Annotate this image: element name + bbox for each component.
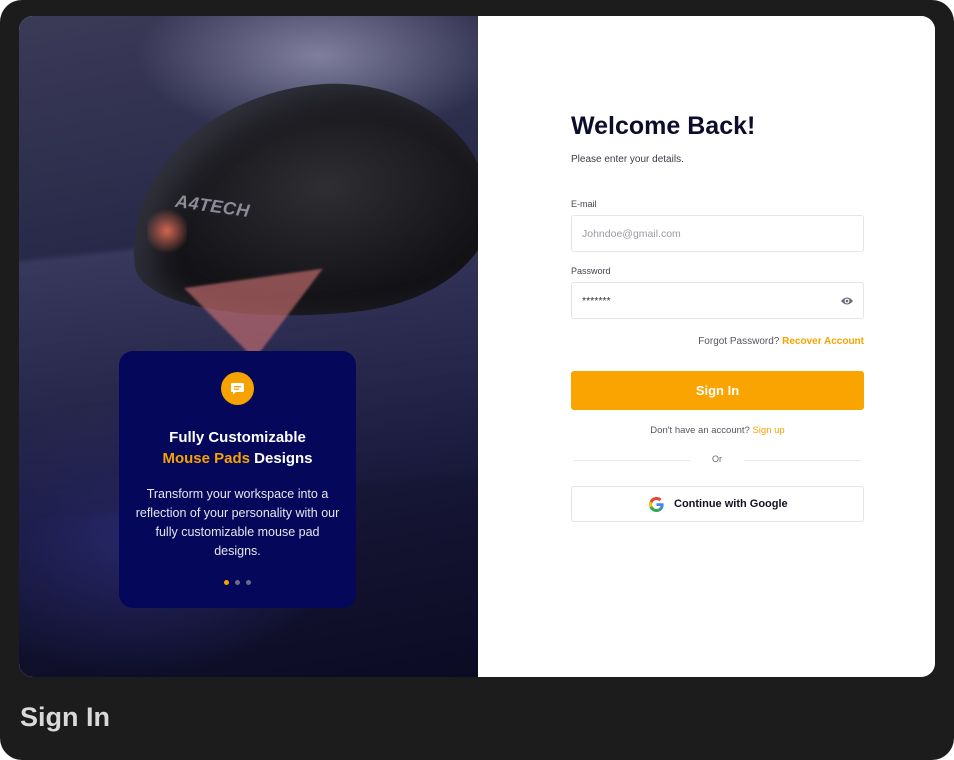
- promo-title-rest: Designs: [254, 450, 313, 467]
- sign-in-card: A4TECH Fully Customizable Mouse Pads Des…: [19, 16, 935, 677]
- carousel-dots: [119, 580, 356, 585]
- screen-caption: Sign In: [20, 702, 110, 732]
- recover-account-link[interactable]: Recover Account: [782, 336, 864, 347]
- sign-in-form: Welcome Back! Please enter your details.…: [478, 16, 935, 677]
- chat-bubble-icon: [221, 372, 254, 405]
- sign-up-link[interactable]: Sign up: [752, 425, 784, 436]
- carousel-dot-3[interactable]: [246, 580, 251, 585]
- password-label: Password: [571, 266, 611, 276]
- page-title: Welcome Back!: [571, 112, 756, 140]
- email-field-wrapper: [571, 215, 864, 252]
- email-field[interactable]: [572, 216, 822, 251]
- promo-title-accent: Mouse Pads: [162, 450, 250, 467]
- page-subtitle: Please enter your details.: [571, 154, 684, 165]
- eye-icon[interactable]: [840, 295, 854, 307]
- promo-title-line2: Mouse Pads Designs: [119, 448, 356, 469]
- carousel-dot-2[interactable]: [235, 580, 240, 585]
- divider-left: [574, 460, 690, 461]
- or-separator: Or: [712, 454, 722, 464]
- forgot-password-text: Forgot Password?: [698, 336, 780, 347]
- divider-right: [744, 460, 861, 461]
- google-icon: [649, 497, 664, 512]
- mouse-light-glow: [147, 206, 187, 256]
- email-label: E-mail: [571, 199, 597, 209]
- promo-title-line1: Fully Customizable: [169, 429, 306, 446]
- sign-in-button[interactable]: Sign In: [571, 371, 864, 410]
- carousel-dot-1[interactable]: [224, 580, 229, 585]
- hero-panel: A4TECH Fully Customizable Mouse Pads Des…: [19, 16, 478, 677]
- screen-frame: A4TECH Fully Customizable Mouse Pads Des…: [0, 0, 954, 760]
- password-field[interactable]: [572, 283, 822, 318]
- promo-card: Fully Customizable Mouse Pads Designs Tr…: [119, 351, 356, 608]
- forgot-password-row: Forgot Password? Recover Account: [698, 336, 864, 347]
- promo-title: Fully Customizable Mouse Pads Designs: [119, 427, 356, 469]
- password-field-wrapper: [571, 282, 864, 319]
- signup-prompt: Don't have an account? Sign up: [571, 425, 864, 436]
- promo-description: Transform your workspace into a reflecti…: [135, 487, 340, 558]
- continue-with-google-button[interactable]: Continue with Google: [571, 486, 864, 522]
- no-account-text: Don't have an account?: [650, 425, 750, 436]
- google-button-label: Continue with Google: [674, 498, 788, 510]
